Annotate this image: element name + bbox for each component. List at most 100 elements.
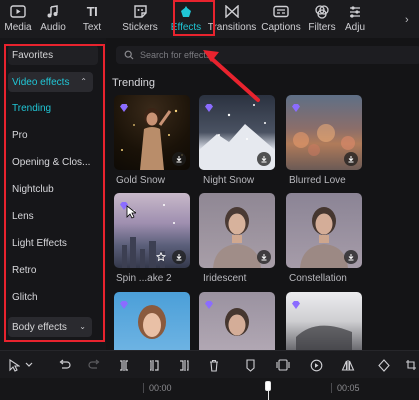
effect-card-7[interactable] — [114, 292, 190, 350]
tab-adjust[interactable]: Adju — [340, 0, 370, 38]
sidebar-favorites-label: Favorites — [12, 49, 54, 61]
effect-card-9[interactable] — [286, 292, 362, 350]
gem-icon — [119, 296, 129, 309]
tab-captions-label: Captions — [261, 22, 301, 33]
redo-icon[interactable] — [86, 358, 102, 372]
effect-card-iridescent[interactable] — [199, 193, 275, 268]
sidebar-video-effects[interactable]: Video effects ⌃ — [8, 72, 93, 92]
gem-icon — [291, 296, 301, 309]
media-icon — [9, 4, 27, 19]
playhead-handle[interactable] — [265, 381, 271, 391]
tab-filters[interactable]: Filters — [304, 0, 340, 38]
effect-name-constellation: Constellation — [289, 273, 347, 284]
text-icon: TI — [83, 4, 101, 19]
stickers-icon — [131, 4, 149, 19]
ruler-tick — [143, 383, 144, 393]
effect-name-gold-snow: Gold Snow — [116, 175, 165, 186]
sidebar-video-effects-label: Video effects — [12, 76, 70, 88]
tab-adjust-label: Adju — [344, 22, 365, 33]
adjust-icon — [346, 4, 364, 19]
play-reverse-icon[interactable] — [308, 358, 324, 372]
download-icon[interactable] — [172, 250, 186, 264]
effect-name-blurred-love: Blurred Love — [289, 175, 346, 186]
filters-icon — [313, 4, 331, 19]
tab-audio-label: Audio — [40, 22, 66, 33]
search-icon — [124, 50, 134, 60]
gem-icon — [204, 296, 214, 309]
sidebar-favorites[interactable]: Favorites — [8, 45, 98, 65]
tab-captions[interactable]: Captions — [258, 0, 304, 38]
freeze-frame-icon[interactable] — [275, 358, 291, 372]
tab-transitions[interactable]: Transitions — [206, 0, 258, 38]
timeline-ruler[interactable]: 00:00 00:05 — [0, 378, 419, 400]
tab-effects[interactable]: Effects — [166, 0, 206, 38]
rotate-icon[interactable] — [376, 358, 392, 372]
tab-transitions-label: Transitions — [207, 22, 257, 33]
sidebar-item-nightclub[interactable]: Nightclub — [12, 184, 54, 195]
chevron-down-icon[interactable] — [24, 358, 34, 372]
timecode-mark: 00:05 — [337, 383, 360, 393]
sidebar-body-effects[interactable]: Body effects ⌄ — [8, 317, 92, 337]
download-icon[interactable] — [344, 152, 358, 166]
download-icon[interactable] — [257, 250, 271, 264]
download-icon[interactable] — [172, 152, 186, 166]
section-title-trending: Trending — [112, 77, 156, 89]
sidebar-item-glitch[interactable]: Glitch — [12, 292, 38, 303]
tab-text[interactable]: TI Text — [70, 0, 114, 38]
search-input[interactable]: Search for effects — [116, 46, 419, 64]
split-icon[interactable] — [116, 358, 132, 372]
effects-sidebar: Favorites Video effects ⌃ Trending Pro O… — [0, 38, 106, 350]
top-toolbar: Media Audio TI Text Stickers Effects Tra… — [0, 0, 419, 38]
sidebar-item-lens[interactable]: Lens — [12, 211, 34, 222]
effects-icon — [177, 4, 195, 19]
mirror-icon[interactable] — [340, 358, 356, 372]
audio-icon — [44, 4, 62, 19]
effect-card-spin-snowflake[interactable] — [114, 193, 190, 268]
effect-name-iridescent: Iridescent — [203, 273, 247, 284]
effects-panel: Search for effects Trending Gold Snow Ni… — [106, 38, 419, 350]
effect-name-spin-snowflake: Spin ...ake 2 — [116, 273, 172, 284]
tab-audio[interactable]: Audio — [36, 0, 70, 38]
captions-icon — [272, 4, 290, 19]
tab-effects-label: Effects — [170, 22, 202, 33]
sidebar-body-effects-label: Body effects — [12, 321, 67, 333]
mouse-cursor-icon — [126, 205, 138, 224]
playhead-line — [267, 391, 269, 400]
select-pointer-icon[interactable] — [6, 358, 22, 372]
crop-icon[interactable] — [403, 358, 419, 372]
delete-icon[interactable] — [206, 358, 222, 372]
effect-card-constellation[interactable] — [286, 193, 362, 268]
marker-icon[interactable] — [242, 358, 258, 372]
sidebar-item-retro[interactable]: Retro — [12, 265, 36, 276]
sidebar-item-light-effects[interactable]: Light Effects — [12, 238, 67, 249]
bottom-toolbar — [0, 350, 419, 378]
text-icon-glyph: TI — [86, 4, 98, 19]
gem-icon — [291, 99, 301, 112]
effect-card-blurred-love[interactable] — [286, 95, 362, 170]
sidebar-item-pro[interactable]: Pro — [12, 130, 28, 141]
tab-media-label: Media — [4, 22, 32, 33]
split-left-icon[interactable] — [146, 358, 162, 372]
tab-stickers[interactable]: Stickers — [114, 0, 166, 38]
effect-card-gold-snow[interactable] — [114, 95, 190, 170]
chevron-up-icon: ⌃ — [80, 77, 87, 86]
sidebar-item-opening-closing[interactable]: Opening & Clos... — [12, 157, 90, 168]
star-icon[interactable] — [154, 250, 168, 264]
gem-icon — [119, 197, 129, 210]
undo-icon[interactable] — [56, 358, 72, 372]
effect-card-8[interactable] — [199, 292, 275, 350]
split-right-icon[interactable] — [176, 358, 192, 372]
ruler-tick — [331, 383, 332, 393]
toolbar-overflow-icon[interactable]: › — [405, 14, 409, 26]
gem-icon — [119, 99, 129, 112]
effects-editor: Media Audio TI Text Stickers Effects Tra… — [0, 0, 419, 400]
transitions-icon — [223, 4, 241, 19]
search-placeholder: Search for effects — [140, 50, 211, 60]
download-icon[interactable] — [257, 152, 271, 166]
tab-media[interactable]: Media — [0, 0, 36, 38]
download-icon[interactable] — [344, 250, 358, 264]
effect-name-night-snow: Night Snow — [203, 175, 255, 186]
effect-card-night-snow[interactable] — [199, 95, 275, 170]
sidebar-item-trending[interactable]: Trending — [12, 103, 51, 114]
tab-text-label: Text — [82, 22, 102, 33]
